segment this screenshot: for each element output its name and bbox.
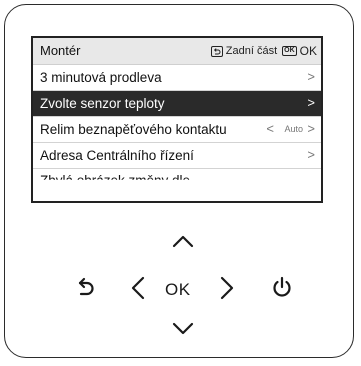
- ok-hint-icon: OK: [282, 46, 297, 56]
- menu-list: 3 minutová prodleva > Zvolte senzor tepl…: [33, 65, 321, 183]
- menu-item-label: 3 minutová prodleva: [40, 70, 162, 85]
- chevron-right-icon: >: [307, 95, 315, 110]
- menu-item-central-address[interactable]: Adresa Centrálního řízení >: [33, 143, 321, 169]
- down-arrow-icon[interactable]: [172, 322, 194, 336]
- back-icon[interactable]: [74, 276, 96, 300]
- back-hint-label: Zadní část: [225, 45, 278, 57]
- back-hint-icon: [210, 45, 223, 57]
- screen-title: Montér: [40, 43, 81, 58]
- chevron-right-icon: >: [307, 147, 315, 162]
- ok-button[interactable]: OK: [165, 280, 191, 300]
- power-icon[interactable]: [271, 275, 293, 299]
- menu-item-label: Adresa Centrálního řízení: [40, 148, 194, 163]
- menu-item-label: Zvolte senzor teploty: [40, 96, 165, 111]
- chevron-left-icon: <: [266, 121, 274, 136]
- menu-item-label: Zbylá obrázek změny dle: [40, 173, 191, 188]
- up-arrow-icon[interactable]: [172, 234, 194, 248]
- header-hints: Zadní část OK OK: [210, 44, 317, 58]
- menu-item-delay[interactable]: 3 minutová prodleva >: [33, 65, 321, 91]
- menu-item-dry-contact-mode[interactable]: Relim beznapěťového kontaktu < Auto >: [33, 117, 321, 143]
- menu-item-label: Relim beznapěťového kontaktu: [40, 122, 227, 137]
- chevron-right-icon: >: [307, 121, 315, 136]
- right-arrow-icon[interactable]: [219, 276, 235, 300]
- ok-hint-label: OK: [299, 44, 317, 58]
- display-screen: Montér Zadní část OK OK 3 minutová prodl…: [31, 36, 323, 203]
- chevron-right-icon: >: [307, 69, 315, 84]
- screen-header: Montér Zadní část OK OK: [33, 38, 321, 65]
- menu-item-partial[interactable]: Zbylá obrázek změny dle: [33, 169, 321, 183]
- menu-item-value: Auto: [284, 124, 303, 134]
- menu-item-temperature-sensor[interactable]: Zvolte senzor teploty >: [33, 91, 321, 117]
- left-arrow-icon[interactable]: [130, 276, 146, 300]
